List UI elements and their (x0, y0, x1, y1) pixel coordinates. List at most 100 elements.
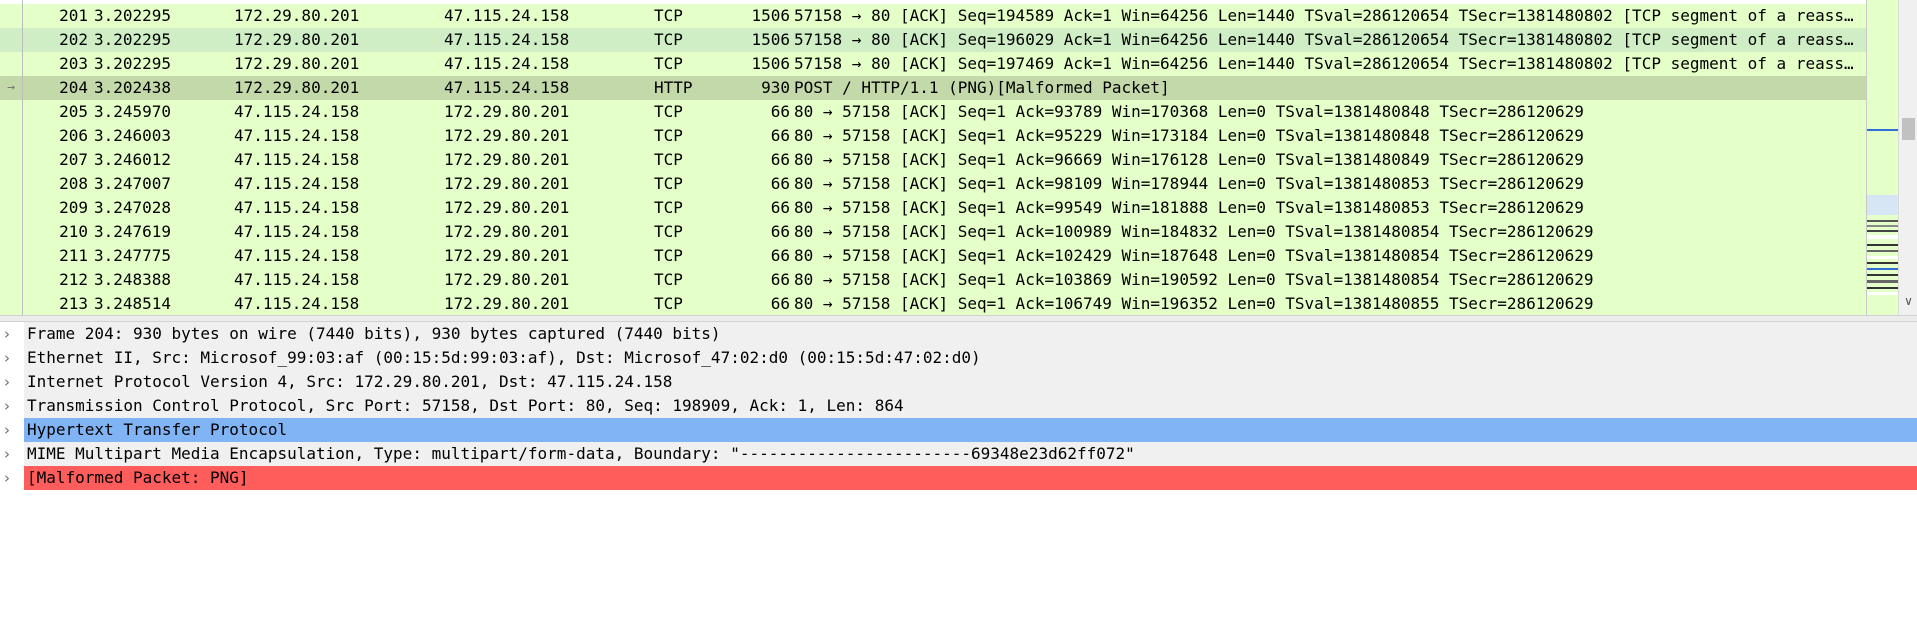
packet-source: 47.115.24.158 (234, 126, 360, 145)
packet-length: 66 (770, 102, 790, 121)
packet-time: 3.202295 (94, 54, 172, 73)
minimap-mark (1867, 235, 1899, 239)
detail-tree-item[interactable]: › Transmission Control Protocol, Src Port… (0, 394, 1917, 418)
packet-destination: 47.115.24.158 (444, 30, 570, 49)
chevron-right-icon[interactable]: › (4, 466, 20, 490)
minimap-mark (1867, 256, 1899, 259)
packet-time: 3.202295 (94, 30, 172, 49)
packet-number: 210 (59, 222, 88, 241)
chevron-right-icon[interactable]: › (4, 370, 20, 394)
packet-number: 204 (59, 78, 88, 97)
packet-time: 3.246012 (94, 150, 172, 169)
packet-length: 66 (770, 174, 790, 193)
packet-protocol: TCP (654, 246, 683, 265)
packet-row[interactable]: 212 3.248388 47.115.24.158 172.29.80.201 TCP… (0, 268, 1866, 292)
packet-info: 80 → 57158 [ACK] Seq=1 Ack=95229 Win=173… (794, 126, 1584, 145)
packet-length: 1506 (751, 54, 790, 73)
packet-source: 172.29.80.201 (234, 54, 360, 73)
packet-info: 80 → 57158 [ACK] Seq=1 Ack=103869 Win=19… (794, 270, 1594, 289)
packet-protocol: TCP (654, 54, 683, 73)
chevron-right-icon[interactable]: › (4, 394, 20, 418)
packet-number: 209 (59, 198, 88, 217)
packet-destination: 47.115.24.158 (444, 78, 570, 97)
minimap-mark (1867, 268, 1899, 270)
packet-destination: 172.29.80.201 (444, 270, 570, 289)
packet-row[interactable]: 201 3.202295 172.29.80.201 47.115.24.158 TCP… (0, 4, 1866, 28)
chevron-right-icon[interactable]: › (4, 418, 20, 442)
scroll-down-arrow-icon[interactable]: ∨ (1901, 292, 1916, 310)
packet-source: 47.115.24.158 (234, 102, 360, 121)
packet-row[interactable]: → 204 3.202438 172.29.80.201 47.115.24.158 HT… (0, 76, 1866, 100)
minimap-mark (1867, 274, 1899, 276)
detail-tree-label: Internet Protocol Version 4, Src: 172.29… (24, 370, 1917, 394)
packet-info: 57158 → 80 [ACK] Seq=197469 Ack=1 Win=64… (794, 54, 1860, 73)
packet-source: 47.115.24.158 (234, 246, 360, 265)
packet-info: 80 → 57158 [ACK] Seq=1 Ack=102429 Win=18… (794, 246, 1594, 265)
packet-source: 47.115.24.158 (234, 150, 360, 169)
minimap-mark (1867, 287, 1899, 289)
packet-row[interactable]: 209 3.247028 47.115.24.158 172.29.80.201 TCP… (0, 196, 1866, 220)
packet-row[interactable]: 203 3.202295 172.29.80.201 47.115.24.158 TCP… (0, 52, 1866, 76)
packet-row[interactable]: 211 3.247775 47.115.24.158 172.29.80.201 TCP… (0, 244, 1866, 268)
scrollbar-thumb[interactable] (1902, 118, 1915, 140)
packet-length: 66 (770, 198, 790, 217)
packet-destination: 172.29.80.201 (444, 174, 570, 193)
packet-row[interactable]: 202 3.202295 172.29.80.201 47.115.24.158 TCP… (0, 28, 1866, 52)
minimap-mark (1867, 230, 1899, 232)
packet-info: 57158 → 80 [ACK] Seq=194589 Ack=1 Win=64… (794, 6, 1860, 25)
packet-protocol: TCP (654, 102, 683, 121)
chevron-right-icon[interactable]: › (4, 346, 20, 370)
pane-splitter[interactable] (0, 315, 1917, 322)
packet-time: 3.248514 (94, 294, 172, 313)
detail-tree-label: Frame 204: 930 bytes on wire (7440 bits)… (24, 322, 1917, 346)
packet-row[interactable]: 207 3.246012 47.115.24.158 172.29.80.201 TCP… (0, 148, 1866, 172)
detail-tree-item[interactable]: › Hypertext Transfer Protocol (0, 418, 1917, 442)
packet-source: 47.115.24.158 (234, 198, 360, 217)
chevron-right-icon[interactable]: › (4, 442, 20, 466)
packet-length: 1506 (751, 6, 790, 25)
packet-source: 172.29.80.201 (234, 78, 360, 97)
detail-tree-label: [Malformed Packet: PNG] (24, 466, 1917, 490)
selected-row-marker: → (7, 80, 15, 95)
detail-tree-item[interactable]: › Internet Protocol Version 4, Src: 172.2… (0, 370, 1917, 394)
packet-row[interactable]: 208 3.247007 47.115.24.158 172.29.80.201 TCP… (0, 172, 1866, 196)
packet-protocol: TCP (654, 30, 683, 49)
packet-row[interactable]: 206 3.246003 47.115.24.158 172.29.80.201 TCP… (0, 124, 1866, 148)
detail-tree-item[interactable]: › Frame 204: 930 bytes on wire (7440 bits… (0, 322, 1917, 346)
packet-time: 3.247007 (94, 174, 172, 193)
vertical-scrollbar[interactable]: ∨ (1898, 0, 1917, 315)
packet-minimap[interactable] (1866, 0, 1899, 315)
packet-source: 47.115.24.158 (234, 294, 360, 313)
packet-protocol: TCP (654, 174, 683, 193)
detail-tree-item[interactable]: › Ethernet II, Src: Microsof_99:03:af (00… (0, 346, 1917, 370)
detail-tree-label: Transmission Control Protocol, Src Port:… (24, 394, 1917, 418)
packet-time: 3.247775 (94, 246, 172, 265)
packet-details-pane[interactable]: › Frame 204: 930 bytes on wire (7440 bits… (0, 322, 1917, 622)
packet-destination: 47.115.24.158 (444, 54, 570, 73)
detail-tree-item[interactable]: › [Malformed Packet: PNG] (0, 466, 1917, 490)
packet-number: 213 (59, 294, 88, 313)
packet-protocol: TCP (654, 270, 683, 289)
detail-tree-item[interactable]: › MIME Multipart Media Encapsulation, Typ… (0, 442, 1917, 466)
packet-info: 80 → 57158 [ACK] Seq=1 Ack=99549 Win=181… (794, 198, 1584, 217)
packet-time: 3.247619 (94, 222, 172, 241)
packet-destination: 172.29.80.201 (444, 102, 570, 121)
packet-destination: 172.29.80.201 (444, 198, 570, 217)
packet-source: 47.115.24.158 (234, 270, 360, 289)
packet-destination: 172.29.80.201 (444, 246, 570, 265)
packet-destination: 172.29.80.201 (444, 294, 570, 313)
packet-row[interactable]: 213 3.248514 47.115.24.158 172.29.80.201 TCP… (0, 292, 1866, 315)
packet-number: 207 (59, 150, 88, 169)
chevron-right-icon[interactable]: › (4, 322, 20, 346)
packet-list-pane[interactable]: 201 3.202295 172.29.80.201 47.115.24.158 TCP… (0, 0, 1917, 315)
packet-row[interactable]: 205 3.245970 47.115.24.158 172.29.80.201 TCP… (0, 100, 1866, 124)
detail-tree-label: Hypertext Transfer Protocol (24, 418, 1917, 442)
packet-row[interactable]: 210 3.247619 47.115.24.158 172.29.80.201 TCP… (0, 220, 1866, 244)
minimap-mark (1867, 244, 1899, 246)
detail-tree-label: Ethernet II, Src: Microsof_99:03:af (00:… (24, 346, 1917, 370)
packet-length: 66 (770, 150, 790, 169)
packet-protocol: TCP (654, 222, 683, 241)
packet-info: 80 → 57158 [ACK] Seq=1 Ack=96669 Win=176… (794, 150, 1584, 169)
packet-info: 80 → 57158 [ACK] Seq=1 Ack=106749 Win=19… (794, 294, 1594, 313)
minimap-mark (1867, 220, 1899, 222)
